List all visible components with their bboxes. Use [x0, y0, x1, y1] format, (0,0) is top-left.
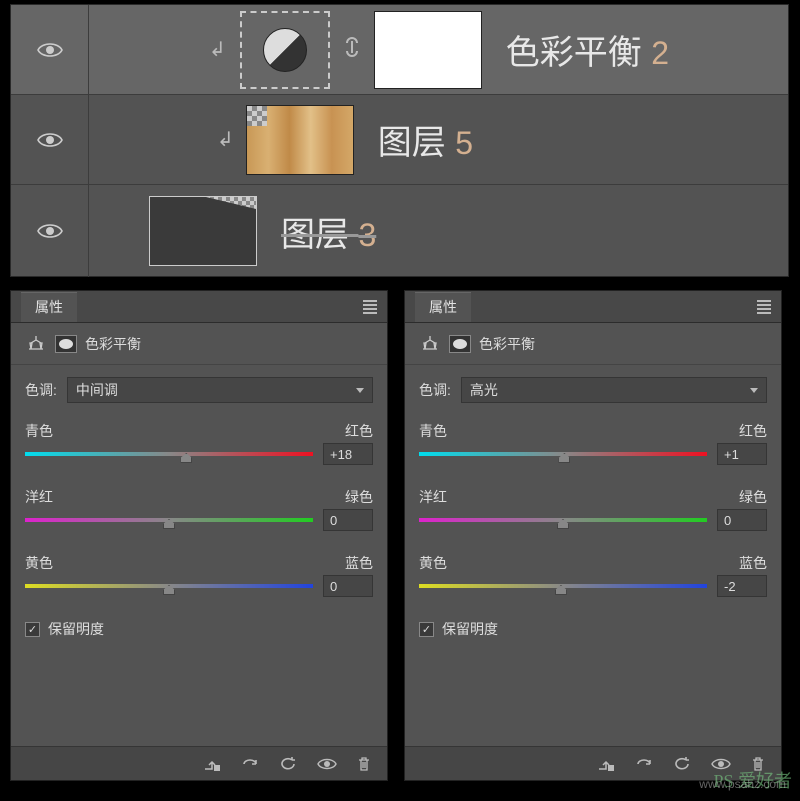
layer-index: 3: [358, 217, 376, 253]
preserve-luminosity-row[interactable]: ✓ 保留明度: [419, 619, 767, 639]
clip-to-layer-icon[interactable]: [597, 756, 615, 772]
reset-icon[interactable]: [279, 757, 297, 771]
slider-track[interactable]: [419, 515, 707, 525]
label-blue: 蓝色: [345, 553, 373, 573]
properties-panel-midtones: 属性 色彩平衡 色调: 中间调 青色 红色 +18: [10, 290, 388, 781]
preserve-label: 保留明度: [48, 619, 104, 639]
clip-arrow-icon: ↲: [217, 127, 234, 152]
slider-cyan-red: 青色 红色 +1: [419, 421, 767, 465]
layers-panel: ↲ 色彩平衡 2 ↲ 图层 5: [10, 4, 789, 277]
slider-cyan-red: 青色 红色 +18: [25, 421, 373, 465]
properties-tab[interactable]: 属性: [415, 292, 471, 322]
slider-yellow-blue: 黄色 蓝色 -2: [419, 553, 767, 597]
checkbox-checked[interactable]: ✓: [419, 622, 434, 637]
adjustment-title: 色彩平衡: [85, 334, 141, 354]
preserve-luminosity-row[interactable]: ✓ 保留明度: [25, 619, 373, 639]
tone-label: 色调:: [25, 380, 57, 400]
label-green: 绿色: [345, 487, 373, 507]
label-yellow: 黄色: [419, 553, 447, 573]
balance-icon: [419, 333, 441, 355]
layer-name[interactable]: 图层 3: [281, 207, 376, 256]
visibility-toggle[interactable]: [11, 185, 89, 277]
layer-row-colorbalance[interactable]: ↲ 色彩平衡 2: [11, 5, 788, 95]
preserve-label: 保留明度: [442, 619, 498, 639]
gradient-bar: [25, 452, 313, 456]
link-icon[interactable]: [340, 33, 364, 66]
eye-icon: [37, 222, 63, 240]
label-yellow: 黄色: [25, 553, 53, 573]
adjustment-title: 色彩平衡: [479, 334, 535, 354]
value-input[interactable]: 0: [323, 509, 373, 531]
label-red: 红色: [345, 421, 373, 441]
adjustment-header: 色彩平衡: [11, 323, 387, 365]
layer-index: 2: [651, 35, 669, 71]
layer-row-wood[interactable]: ↲ 图层 5: [11, 95, 788, 185]
layer-name[interactable]: 图层 5: [378, 115, 473, 164]
reset-icon[interactable]: [673, 757, 691, 771]
panel-footer: [11, 746, 387, 780]
slider-magenta-green: 洋红 绿色 0: [25, 487, 373, 531]
slider-magenta-green: 洋红 绿色 0: [419, 487, 767, 531]
visibility-toggle[interactable]: [11, 5, 89, 94]
label-red: 红色: [739, 421, 767, 441]
slider-track[interactable]: [25, 515, 313, 525]
layer-thumb[interactable]: [246, 105, 354, 175]
clip-to-layer-icon[interactable]: [203, 756, 221, 772]
eye-icon: [37, 131, 63, 149]
layer-name-text: 色彩平衡: [506, 34, 642, 72]
layer-thumb[interactable]: [149, 196, 257, 266]
panel-menu-icon[interactable]: [757, 298, 771, 316]
panel-menu-icon[interactable]: [363, 298, 377, 316]
tone-dropdown[interactable]: 高光: [461, 377, 767, 403]
mask-icon[interactable]: [55, 335, 77, 353]
properties-panel-highlights: 属性 色彩平衡 色调: 高光 青色 红色 +1: [404, 290, 782, 781]
value-input[interactable]: 0: [717, 509, 767, 531]
watermark-url: www.psahz.com: [699, 777, 786, 791]
visibility-toggle[interactable]: [11, 95, 89, 184]
label-green: 绿色: [739, 487, 767, 507]
panel-header: 属性: [11, 291, 387, 323]
adjustment-header: 色彩平衡: [405, 323, 781, 365]
slider-track[interactable]: [419, 581, 707, 591]
view-previous-icon[interactable]: [241, 757, 259, 771]
delete-icon[interactable]: [357, 756, 371, 772]
slider-track[interactable]: [25, 581, 313, 591]
mask-icon[interactable]: [449, 335, 471, 353]
label-magenta: 洋红: [25, 487, 53, 507]
tone-row: 色调: 高光: [419, 377, 767, 403]
slider-yellow-blue: 黄色 蓝色 0: [25, 553, 373, 597]
clip-arrow-icon: ↲: [209, 37, 226, 62]
label-cyan: 青色: [419, 421, 447, 441]
label-cyan: 青色: [25, 421, 53, 441]
colorbalance-icon: [263, 28, 307, 72]
view-previous-icon[interactable]: [635, 757, 653, 771]
panel-body: 色调: 高光 青色 红色 +1 洋红 绿色: [405, 365, 781, 651]
tone-dropdown[interactable]: 中间调: [67, 377, 373, 403]
layer-row-dark[interactable]: 图层 3: [11, 185, 788, 277]
panel-header: 属性: [405, 291, 781, 323]
slider-track[interactable]: [419, 449, 707, 459]
properties-tab[interactable]: 属性: [21, 292, 77, 322]
label-blue: 蓝色: [739, 553, 767, 573]
layer-name[interactable]: 色彩平衡 2: [506, 25, 669, 74]
value-input[interactable]: 0: [323, 575, 373, 597]
balance-icon: [25, 333, 47, 355]
layer-name-text: 图层: [378, 124, 446, 162]
value-input[interactable]: +18: [323, 443, 373, 465]
adjustment-thumb-selected[interactable]: [240, 11, 330, 89]
layer-index: 5: [455, 125, 473, 161]
layer-mask-thumb[interactable]: [374, 11, 482, 89]
eye-icon: [37, 41, 63, 59]
tone-row: 色调: 中间调: [25, 377, 373, 403]
value-input[interactable]: +1: [717, 443, 767, 465]
panel-body: 色调: 中间调 青色 红色 +18 洋红 绿色: [11, 365, 387, 651]
value-input[interactable]: -2: [717, 575, 767, 597]
checkbox-checked[interactable]: ✓: [25, 622, 40, 637]
label-magenta: 洋红: [419, 487, 447, 507]
slider-track[interactable]: [25, 449, 313, 459]
layer-name-text: 图层: [281, 216, 349, 254]
tone-label: 色调:: [419, 380, 451, 400]
toggle-visibility-icon[interactable]: [317, 757, 337, 771]
